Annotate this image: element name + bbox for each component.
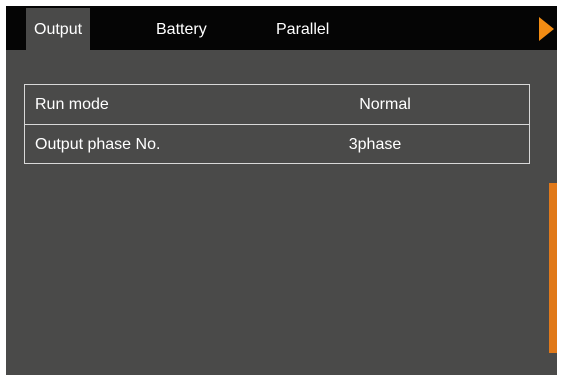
scrollbar[interactable] (549, 183, 557, 353)
settings-row-run-mode[interactable]: Run mode Normal (25, 85, 529, 125)
settings-row-output-phase[interactable]: Output phase No. 3phase (25, 125, 529, 164)
tab-bar: Output Battery Parallel (6, 6, 557, 50)
next-page-arrow-icon[interactable] (539, 17, 554, 41)
tab-parallel[interactable]: Parallel (276, 8, 329, 50)
setting-value: Normal (359, 96, 411, 113)
tab-battery[interactable]: Battery (156, 8, 207, 50)
tab-output[interactable]: Output (26, 8, 91, 50)
setting-value: 3phase (348, 136, 402, 153)
setting-label: Run mode (35, 96, 109, 113)
setting-label: Output phase No. (35, 136, 161, 153)
screen: Output Battery Parallel Run mode Normal … (6, 6, 557, 375)
settings-table: Run mode Normal Output phase No. 3phase (24, 84, 530, 164)
